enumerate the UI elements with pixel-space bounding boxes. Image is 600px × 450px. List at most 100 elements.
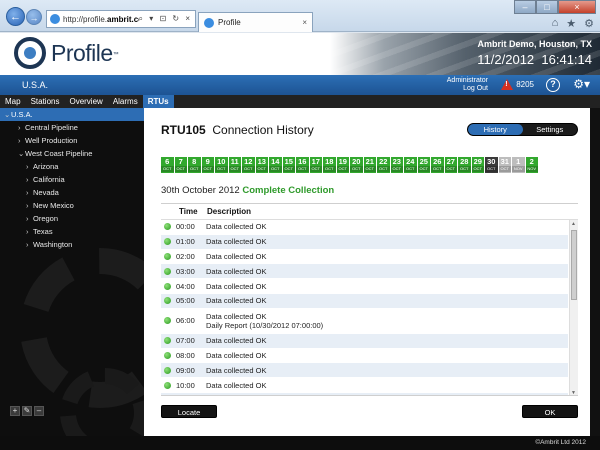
- day-button[interactable]: 6 OCT: [161, 157, 174, 173]
- edit-pencil-icon[interactable]: ✎: [22, 406, 32, 416]
- day-button[interactable]: 21 OCT: [363, 157, 376, 173]
- tab-overview[interactable]: Overview: [64, 95, 107, 108]
- table-row[interactable]: 06:00 Data collected OK Daily Report (10/3…: [161, 309, 568, 334]
- table-row[interactable]: 07:00 Data collected OK: [161, 333, 568, 349]
- chevron-right-icon[interactable]: ›: [26, 186, 33, 199]
- day-button[interactable]: 8 OCT: [188, 157, 201, 173]
- tree-item[interactable]: › Well Production: [0, 134, 144, 147]
- day-button[interactable]: 25 OCT: [417, 157, 430, 173]
- day-button[interactable]: 10 OCT: [215, 157, 228, 173]
- day-button[interactable]: 24 OCT: [404, 157, 417, 173]
- back-arrow-icon[interactable]: ←: [6, 7, 25, 26]
- ok-button[interactable]: OK: [522, 405, 578, 418]
- favorites-star-icon[interactable]: ★: [566, 17, 576, 30]
- tab-close-icon[interactable]: ×: [302, 18, 307, 27]
- collection-status: Complete Collection: [242, 185, 335, 196]
- locate-button[interactable]: Locate: [161, 405, 217, 418]
- chevron-right-icon[interactable]: ›: [26, 173, 33, 186]
- chevron-right-icon[interactable]: ›: [26, 199, 33, 212]
- tab-stations[interactable]: Stations: [26, 95, 65, 108]
- tree-item[interactable]: ⌄West Coast Pipeline: [0, 147, 144, 160]
- logout-link[interactable]: Log Out: [447, 85, 488, 93]
- tree-item[interactable]: › Oregon: [0, 212, 144, 225]
- table-row[interactable]: 08:00 Data collected OK: [161, 349, 568, 364]
- chevron-right-icon[interactable]: ›: [26, 160, 33, 173]
- table-row[interactable]: 09:00 Data collected OK: [161, 363, 568, 379]
- day-button[interactable]: 13 OCT: [255, 157, 268, 173]
- tree-item[interactable]: › New Mexico: [0, 199, 144, 212]
- chevron-down-icon[interactable]: ⌄: [4, 108, 11, 121]
- close-window-button[interactable]: ×: [558, 0, 596, 14]
- address-bar[interactable]: http://profile.ambrit.com ⌕ ▾ ⊡ ↻ ×: [46, 10, 196, 28]
- add-icon[interactable]: +: [10, 406, 20, 416]
- chevron-right-icon[interactable]: ›: [18, 121, 25, 134]
- settings-gear-icon[interactable]: ⚙▾: [573, 77, 590, 91]
- day-button[interactable]: 20 OCT: [350, 157, 363, 173]
- day-button[interactable]: 14 OCT: [269, 157, 282, 173]
- address-url[interactable]: http://profile.ambrit.com: [63, 15, 139, 24]
- alarm-indicator[interactable]: 8205: [501, 79, 534, 90]
- chevron-right-icon[interactable]: ›: [18, 134, 25, 147]
- tree-item[interactable]: › Nevada: [0, 186, 144, 199]
- day-month: OCT: [377, 166, 390, 172]
- help-icon[interactable]: ?: [546, 78, 560, 92]
- day-button[interactable]: 15 OCT: [282, 157, 295, 173]
- maximize-button[interactable]: □: [536, 0, 558, 14]
- tree-item-label: U.S.A.: [11, 110, 33, 119]
- scroll-thumb[interactable]: [571, 230, 577, 300]
- chevron-right-icon[interactable]: ›: [26, 225, 33, 238]
- chevron-right-icon[interactable]: ›: [26, 212, 33, 225]
- table-scrollbar[interactable]: ▲ ▼: [569, 220, 578, 395]
- day-button[interactable]: 12 OCT: [242, 157, 255, 173]
- tab-rtus[interactable]: RTUs: [142, 95, 174, 108]
- tree-item[interactable]: › Washington: [0, 238, 144, 251]
- chevron-down-icon[interactable]: ⌄: [18, 147, 25, 160]
- home-icon[interactable]: ⌂: [552, 17, 559, 30]
- forward-arrow-icon[interactable]: →: [26, 9, 42, 25]
- day-button[interactable]: 11 OCT: [228, 157, 241, 173]
- day-button[interactable]: 30 OCT: [485, 157, 498, 173]
- day-button[interactable]: 22 OCT: [377, 157, 390, 173]
- browser-tab[interactable]: Profile ×: [198, 12, 313, 32]
- day-button[interactable]: 1 NOV: [512, 157, 525, 173]
- minimize-button[interactable]: –: [514, 0, 536, 14]
- day-button[interactable]: 17 OCT: [309, 157, 322, 173]
- scroll-up-icon[interactable]: ▲: [571, 221, 576, 227]
- table-row[interactable]: 01:00 Data collected OK: [161, 234, 568, 250]
- day-button[interactable]: 7 OCT: [174, 157, 187, 173]
- tree-item[interactable]: › Arizona: [0, 160, 144, 173]
- tab-alarms[interactable]: Alarms: [108, 95, 143, 108]
- day-button[interactable]: 29 OCT: [471, 157, 484, 173]
- table-row[interactable]: 00:00 Data collected OK: [161, 220, 568, 235]
- day-button[interactable]: 23 OCT: [390, 157, 403, 173]
- day-button[interactable]: 19 OCT: [336, 157, 349, 173]
- day-button[interactable]: 27 OCT: [444, 157, 457, 173]
- tree-item[interactable]: ⌄U.S.A.: [0, 108, 144, 121]
- day-button[interactable]: 18 OCT: [323, 157, 336, 173]
- table-row[interactable]: 05:00 Data collected OK: [161, 293, 568, 309]
- table-row[interactable]: 02:00 Data collected OK: [161, 250, 568, 265]
- day-button[interactable]: 16 OCT: [296, 157, 309, 173]
- current-time: 16:41:14: [541, 52, 592, 67]
- table-row[interactable]: 04:00 Data collected OK: [161, 279, 568, 294]
- tab-map[interactable]: Map: [0, 95, 26, 108]
- address-tools-icons[interactable]: ⌕ ▾ ⊡ ↻ ×: [139, 14, 192, 24]
- tools-gear-icon[interactable]: ⚙: [584, 17, 594, 30]
- table-row[interactable]: 03:00 Data collected OK: [161, 264, 568, 280]
- table-row[interactable]: 11:00Data collected OK: [161, 392, 568, 395]
- scroll-down-icon[interactable]: ▼: [571, 390, 576, 395]
- tree-item[interactable]: › Central Pipeline: [0, 121, 144, 134]
- tab-history[interactable]: History: [468, 124, 523, 135]
- day-button[interactable]: 9 OCT: [201, 157, 214, 173]
- day-button[interactable]: 31 OCT: [498, 157, 511, 173]
- day-button[interactable]: 26 OCT: [431, 157, 444, 173]
- day-button[interactable]: 2 NOV: [525, 157, 538, 173]
- remove-icon[interactable]: –: [34, 406, 44, 416]
- chevron-right-icon[interactable]: ›: [26, 238, 33, 251]
- tree-item[interactable]: › California: [0, 173, 144, 186]
- day-button[interactable]: 28 OCT: [458, 157, 471, 173]
- tree-item[interactable]: › Texas: [0, 225, 144, 238]
- tab-settings[interactable]: Settings: [523, 124, 578, 135]
- page-heading: Connection History: [212, 123, 314, 137]
- table-row[interactable]: 10:00 Data collected OK: [161, 378, 568, 393]
